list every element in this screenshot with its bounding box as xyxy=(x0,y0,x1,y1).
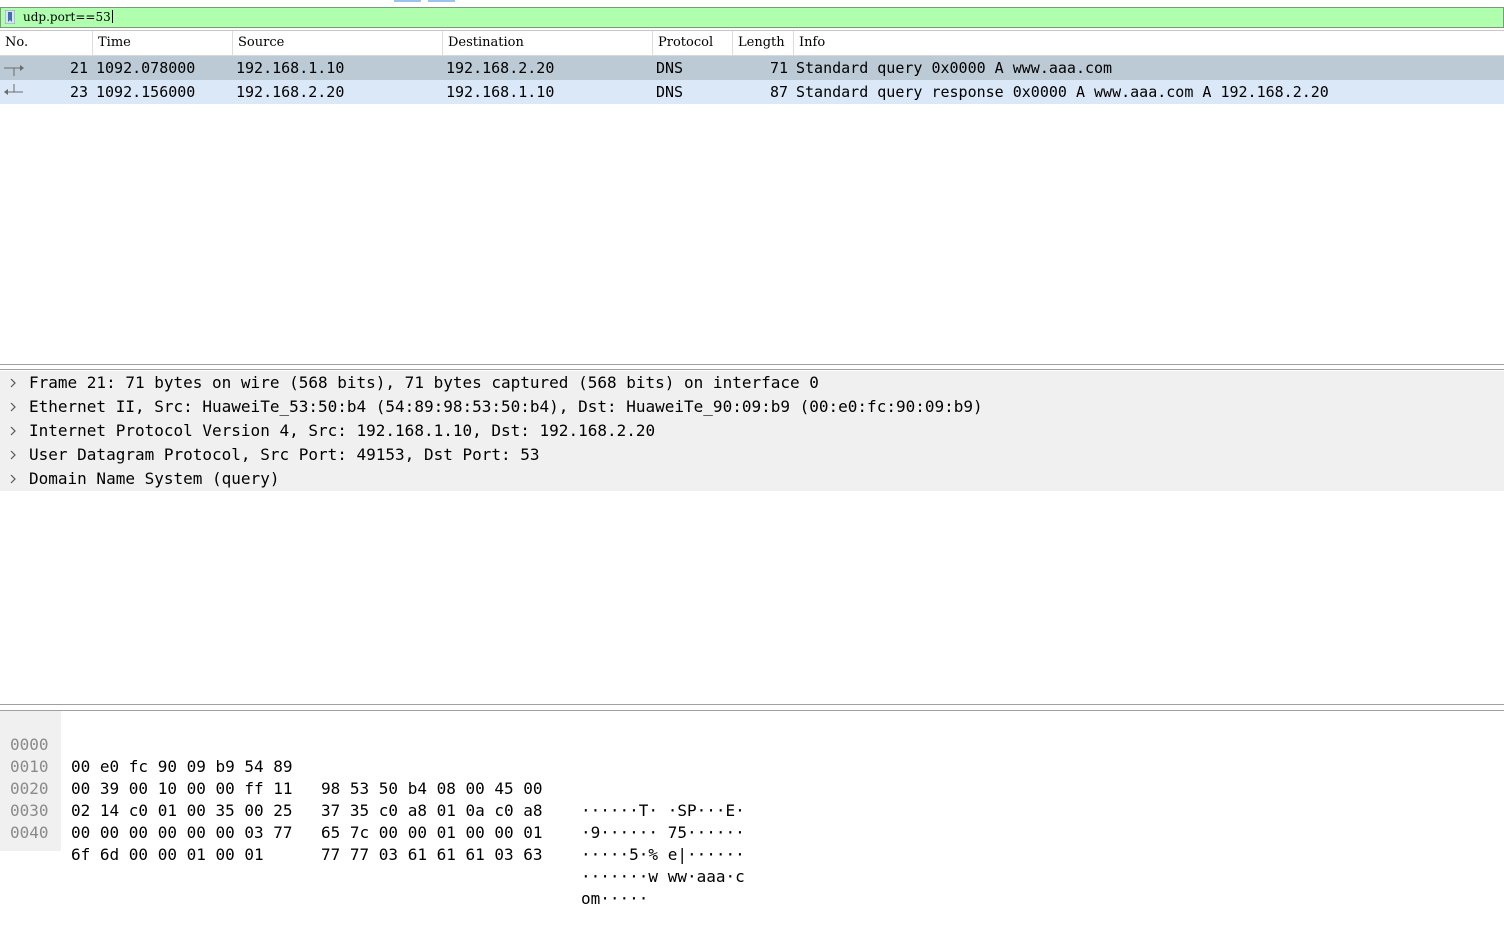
hex-bytes[interactable]: 65 7c 00 00 01 00 00 01 xyxy=(321,822,543,844)
request-arrow-icon xyxy=(4,65,24,76)
packet-source: 192.168.2.20 xyxy=(236,83,345,101)
toolbar-button-edge[interactable] xyxy=(394,0,421,2)
packet-destination: 192.168.2.20 xyxy=(446,59,555,77)
packet-source: 192.168.1.10 xyxy=(236,59,345,77)
bookmark-icon[interactable] xyxy=(5,10,15,24)
main-toolbar-edge xyxy=(0,0,1504,6)
packet-time: 1092.078000 xyxy=(96,59,196,77)
toolbar-button-edge[interactable] xyxy=(428,0,455,2)
packet-row-selected[interactable]: 21 1092.078000 192.168.1.10 192.168.2.20… xyxy=(0,56,1504,80)
column-header-destination[interactable]: Destination xyxy=(443,31,653,55)
ascii-bytes[interactable]: om····· xyxy=(581,888,648,910)
hex-bytes[interactable]: 6f 6d 00 00 01 00 01 xyxy=(71,844,264,866)
detail-tree-item-dns[interactable]: Domain Name System (query) xyxy=(0,467,1504,491)
packet-destination: 192.168.1.10 xyxy=(446,83,555,101)
bytes-row: 0000 00 e0 fc 90 09 b9 54 89 98 53 50 b4… xyxy=(0,712,1504,820)
chevron-right-icon[interactable] xyxy=(8,474,18,484)
hex-bytes[interactable]: 00 00 00 00 00 00 03 77 xyxy=(71,822,293,844)
packet-no: 21 xyxy=(70,59,89,77)
packet-info: Standard query response 0x0000 A www.aaa… xyxy=(796,83,1329,101)
column-header-no[interactable]: No. xyxy=(0,31,93,55)
ascii-bytes[interactable]: ·9······ 75······ xyxy=(581,822,745,844)
packet-protocol: DNS xyxy=(656,59,684,77)
hex-bytes[interactable]: 77 77 03 61 61 61 03 63 xyxy=(321,844,543,866)
packet-no: 23 xyxy=(70,83,89,101)
packet-list-header: No. Time Source Destination Protocol Len… xyxy=(0,31,1504,56)
detail-tree-item-ipv4[interactable]: Internet Protocol Version 4, Src: 192.16… xyxy=(0,419,1504,443)
text-caret xyxy=(111,10,113,23)
packet-protocol: DNS xyxy=(656,83,684,101)
bytes-row: 0010 00 39 00 10 00 00 ff 11 37 35 c0 a8… xyxy=(0,734,1504,842)
ascii-bytes[interactable]: ·······w ww·aaa·c xyxy=(581,866,745,888)
chevron-right-icon[interactable] xyxy=(8,378,18,388)
packet-length: 71 xyxy=(770,59,789,77)
display-filter-input[interactable]: udp.port==53 xyxy=(23,9,113,26)
ascii-bytes[interactable]: ·····5·% e|······ xyxy=(581,844,745,866)
packet-row[interactable]: 23 1092.156000 192.168.2.20 192.168.1.10… xyxy=(0,80,1504,104)
column-header-source[interactable]: Source xyxy=(233,31,443,55)
bytes-row: 0030 00 00 00 00 00 00 03 77 77 77 03 61… xyxy=(0,778,1504,886)
bytes-row: 0020 02 14 c0 01 00 35 00 25 65 7c 00 00… xyxy=(0,756,1504,864)
chevron-right-icon[interactable] xyxy=(8,402,18,412)
detail-tree-item-udp[interactable]: User Datagram Protocol, Src Port: 49153,… xyxy=(0,443,1504,467)
column-header-length[interactable]: Length xyxy=(733,31,794,55)
detail-tree-label: Internet Protocol Version 4, Src: 192.16… xyxy=(29,421,656,440)
display-filter-text: udp.port==53 xyxy=(23,10,111,24)
packet-info: Standard query 0x0000 A www.aaa.com xyxy=(796,59,1113,77)
packet-length: 87 xyxy=(770,83,789,101)
byte-offset: 0040 xyxy=(10,823,49,842)
chevron-right-icon[interactable] xyxy=(8,426,18,436)
detail-tree-label: User Datagram Protocol, Src Port: 49153,… xyxy=(29,445,540,464)
display-filter-bar[interactable]: udp.port==53 xyxy=(0,7,1504,28)
column-header-protocol[interactable]: Protocol xyxy=(653,31,733,55)
detail-tree-label: Domain Name System (query) xyxy=(29,469,280,488)
packet-details-pane[interactable]: Frame 21: 71 bytes on wire (568 bits), 7… xyxy=(0,369,1504,705)
detail-tree-label: Ethernet II, Src: HuaweiTe_53:50:b4 (54:… xyxy=(29,397,983,416)
detail-tree-item-ethernet[interactable]: Ethernet II, Src: HuaweiTe_53:50:b4 (54:… xyxy=(0,395,1504,419)
packet-list-pane[interactable]: No. Time Source Destination Protocol Len… xyxy=(0,30,1504,365)
chevron-right-icon[interactable] xyxy=(8,450,18,460)
bytes-row: 0040 6f 6d 00 00 01 00 01 om····· xyxy=(0,800,1504,908)
column-header-time[interactable]: Time xyxy=(93,31,233,55)
detail-tree-label: Frame 21: 71 bytes on wire (568 bits), 7… xyxy=(29,373,819,392)
packet-bytes-pane[interactable]: 0000 00 e0 fc 90 09 b9 54 89 98 53 50 b4… xyxy=(0,710,1504,908)
response-arrow-icon xyxy=(4,84,23,95)
column-header-info[interactable]: Info xyxy=(794,31,1504,55)
packet-time: 1092.156000 xyxy=(96,83,196,101)
detail-tree-item-frame[interactable]: Frame 21: 71 bytes on wire (568 bits), 7… xyxy=(0,371,1504,395)
